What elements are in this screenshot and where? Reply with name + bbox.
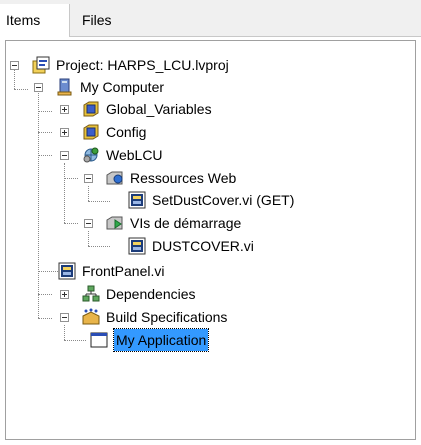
expand-toggle[interactable] [60, 105, 69, 114]
vi-icon [128, 237, 146, 255]
collapse-toggle[interactable] [60, 313, 69, 322]
tree-item-weblcu[interactable]: WebLCU [6, 144, 406, 166]
dependencies-icon [82, 285, 100, 303]
vi-icon [58, 262, 76, 280]
tab-items[interactable]: Items [0, 4, 70, 37]
application-icon [90, 331, 108, 349]
tree-item-label: DUSTCOVER.vi [152, 238, 254, 254]
web-service-icon [82, 146, 100, 164]
tree-item-dependencies[interactable]: Dependencies [6, 283, 406, 305]
tree-item-my-application[interactable]: My Application [6, 328, 406, 352]
collapse-toggle[interactable] [84, 174, 93, 183]
tree-item-project[interactable]: Project: HARPS_LCU.lvproj [6, 54, 406, 76]
project-icon [32, 56, 50, 74]
expand-toggle[interactable] [60, 128, 69, 137]
tree-item-my-computer[interactable]: My Computer [6, 76, 406, 98]
collapse-toggle[interactable] [60, 151, 69, 160]
tree-item-ressources-web[interactable]: Ressources Web [6, 167, 406, 189]
tab-files[interactable]: Files [70, 4, 130, 37]
collapse-toggle[interactable] [10, 61, 19, 70]
tree-item-frontpanel-vi[interactable]: FrontPanel.vi [6, 260, 406, 282]
build-specifications-icon [82, 308, 100, 326]
tree-item-label: Ressources Web [130, 170, 237, 186]
tree-item-label: SetDustCover.vi (GET) [152, 192, 295, 208]
tree-item-label: Project: HARPS_LCU.lvproj [56, 57, 229, 73]
tree-item-label: My Computer [80, 79, 165, 95]
tree-item-label: VIs de démarrage [130, 215, 242, 231]
tree-item-label: Build Specifications [106, 309, 228, 325]
tree-item-label: My Application [112, 328, 210, 352]
tree-item-vis-de-demarrage[interactable]: VIs de démarrage [6, 212, 406, 234]
tree-item-label: WebLCU [106, 147, 163, 163]
tree-item-label: Global_Variables [106, 101, 212, 117]
expand-toggle[interactable] [60, 290, 69, 299]
project-tree[interactable]: Project: HARPS_LCU.lvproj My Computer Gl… [5, 40, 416, 440]
tree-item-label: FrontPanel.vi [82, 263, 165, 279]
tree-item-dustcover-vi[interactable]: DUSTCOVER.vi [6, 235, 406, 257]
folder-icon [82, 123, 100, 141]
tree-item-global-variables[interactable]: Global_Variables [6, 98, 406, 120]
collapse-toggle[interactable] [84, 219, 93, 228]
computer-icon [56, 78, 74, 96]
collapse-toggle[interactable] [34, 83, 43, 92]
tree-item-build-specifications[interactable]: Build Specifications [6, 306, 406, 328]
tree-item-config[interactable]: Config [6, 121, 406, 143]
tab-bar: Items Files [0, 0, 421, 37]
tree-item-label: Dependencies [106, 286, 196, 302]
web-resources-folder-icon [106, 169, 124, 187]
startup-vis-folder-icon [106, 214, 124, 232]
tree-item-label: Config [106, 124, 147, 140]
tree-item-setdustcover-vi[interactable]: SetDustCover.vi (GET) [6, 189, 406, 211]
folder-icon [82, 100, 100, 118]
vi-icon [128, 191, 146, 209]
